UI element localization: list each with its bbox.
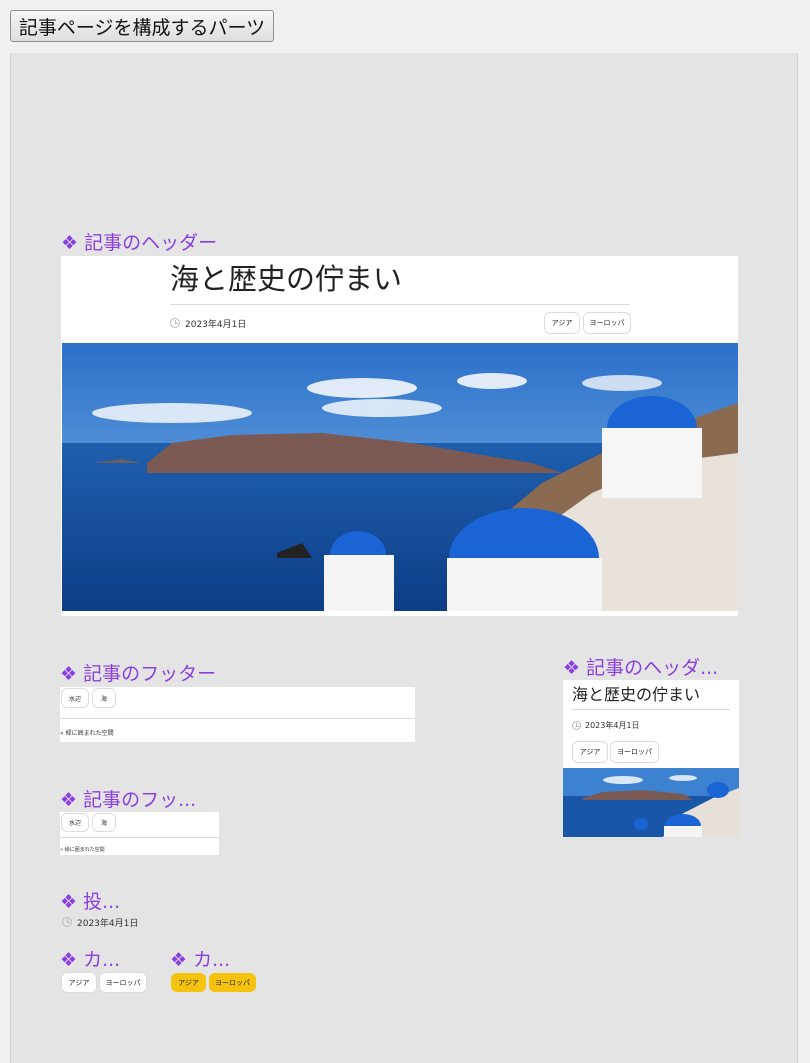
post-tag-sea[interactable]: 海 xyxy=(92,813,116,832)
article-footer-preview-small[interactable]: 水辺 海 « 緑に囲まれた空間 xyxy=(60,812,219,855)
article-footer-preview[interactable]: 水辺 海 « 緑に囲まれた空間 xyxy=(60,687,415,742)
category-tag-europe[interactable]: ヨーロッパ xyxy=(583,312,631,334)
category-tag-asia[interactable]: アジア xyxy=(572,741,608,763)
category-tag-asia-highlight[interactable]: アジア xyxy=(171,973,206,992)
previous-post-link[interactable]: « 緑に囲まれた空間 xyxy=(60,728,114,737)
clock-icon xyxy=(170,318,180,328)
footer-divider xyxy=(60,718,415,719)
post-date: 2023年4月1日 xyxy=(185,320,247,330)
article-parts-toggle-button[interactable]: 記事ページを構成するパーツ xyxy=(10,10,274,42)
post-date: 2023年4月1日 xyxy=(585,721,640,730)
category-tag-europe[interactable]: ヨーロッパ xyxy=(99,972,147,993)
previous-post-link[interactable]: « 緑に囲まれた空間 xyxy=(60,846,105,853)
panel-title-article-header[interactable]: ❖ 記事のヘッダー xyxy=(61,228,217,255)
article-title: 海と歴史の佇まい xyxy=(170,262,403,296)
title-divider xyxy=(170,304,630,305)
panel-title-text: ❖ 投... xyxy=(60,891,121,913)
article-header-preview-small[interactable]: 海と歴史の佇まい 2023年4月1日 アジア ヨーロッパ xyxy=(563,680,739,837)
panel-title-article-header-small[interactable]: ❖ 記事のヘッダ... xyxy=(563,653,718,680)
panel-title-categories[interactable]: ❖ カ... xyxy=(60,945,120,972)
post-tag-waterside[interactable]: 水辺 xyxy=(61,813,89,832)
panel-title-text: ❖ カ... xyxy=(60,949,121,971)
category-tag-europe[interactable]: ヨーロッパ xyxy=(610,741,659,763)
title-divider xyxy=(572,709,730,710)
category-tag-asia[interactable]: アジア xyxy=(61,972,97,993)
post-tag-sea[interactable]: 海 xyxy=(92,688,116,708)
category-tag-asia[interactable]: アジア xyxy=(544,312,580,334)
panel-title-article-footer-small[interactable]: ❖ 記事のフッ... xyxy=(60,785,196,812)
panel-title-text: ❖ 記事のヘッダー xyxy=(61,232,218,254)
post-date: 2023年4月1日 xyxy=(77,919,139,929)
hero-image-santorini xyxy=(62,343,738,611)
hero-image-santorini xyxy=(563,768,739,837)
panel-title-post-meta[interactable]: ❖ 投... xyxy=(60,887,120,914)
panel-title-text: ❖ 記事のヘッダ... xyxy=(563,657,719,679)
article-header-preview[interactable]: 海と歴史の佇まい 2023年4月1日 アジア ヨーロッパ xyxy=(61,256,738,616)
panel-title-article-footer[interactable]: ❖ 記事のフッター xyxy=(60,659,216,686)
panel-title-text: ❖ カ... xyxy=(170,949,231,971)
post-tag-waterside[interactable]: 水辺 xyxy=(61,688,89,708)
category-tag-europe-highlight[interactable]: ヨーロッパ xyxy=(209,973,256,992)
panel-title-categories-highlight[interactable]: ❖ カ... xyxy=(170,945,230,972)
panel-title-text: ❖ 記事のフッ... xyxy=(60,789,197,811)
clock-icon xyxy=(62,917,72,927)
clock-icon xyxy=(572,721,581,730)
footer-divider xyxy=(60,837,219,838)
article-title: 海と歴史の佇まい xyxy=(572,685,701,704)
panel-title-text: ❖ 記事のフッター xyxy=(60,663,217,685)
